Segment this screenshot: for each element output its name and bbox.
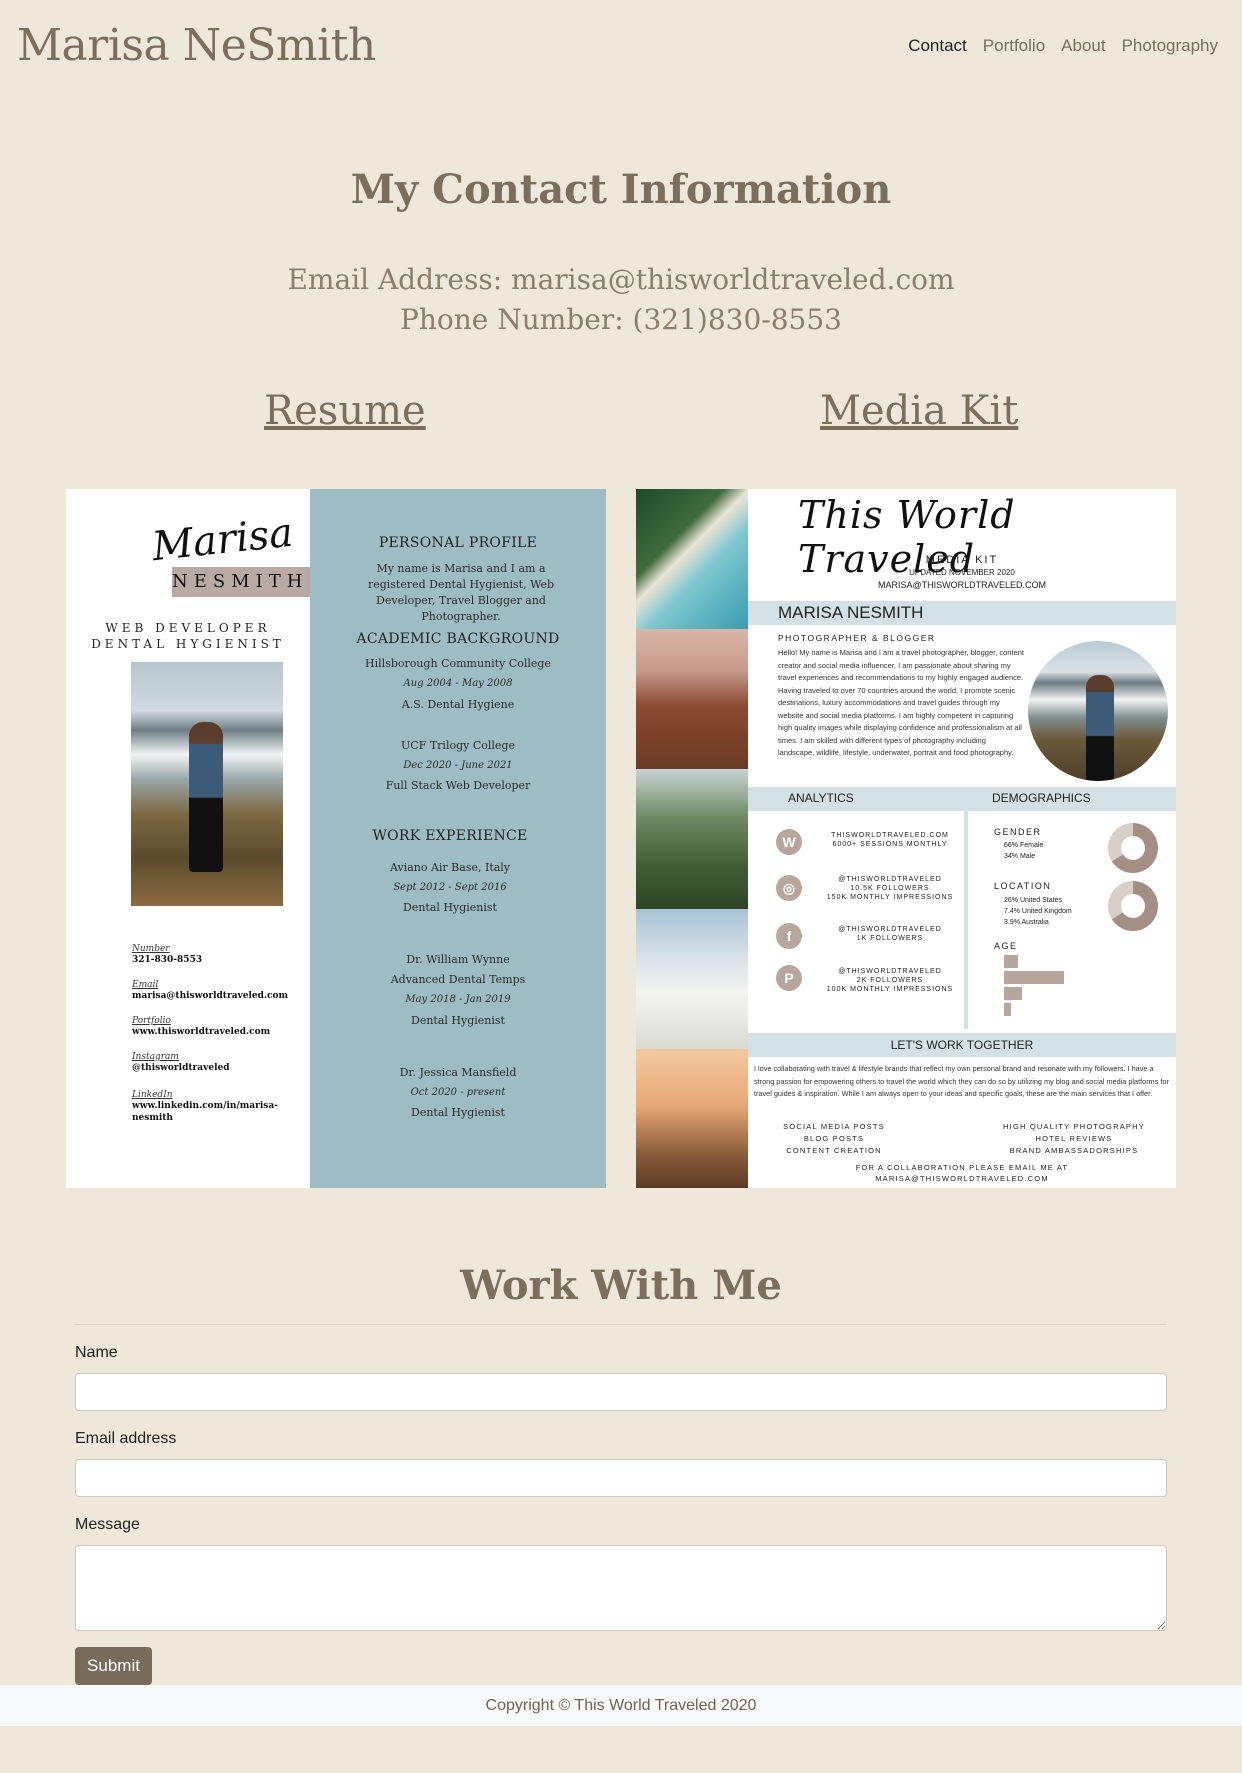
work-title-2: Dental Hygienist bbox=[411, 1014, 505, 1027]
mk-collab-2: MARISA@THISWORLDTRAVELED.COM bbox=[875, 1174, 1049, 1183]
media-kit-photo-strip bbox=[636, 489, 748, 1188]
age-bar bbox=[1004, 971, 1064, 984]
mk-location-list: 26% United States 7.4% United Kingdom 3.… bbox=[1004, 897, 1072, 926]
submit-button[interactable]: Submit bbox=[75, 1647, 152, 1685]
resume-contact-instagram: Instagram @thisworldtraveled bbox=[132, 1052, 230, 1073]
mk-kit-label: MEDIA KIT bbox=[925, 554, 999, 566]
mk-age-heading: AGE bbox=[994, 941, 1018, 951]
academic-heading: ACADEMIC BACKGROUND bbox=[356, 631, 560, 647]
age-bar bbox=[1004, 955, 1018, 968]
copyright-text: Copyright © This World Traveled 2020 bbox=[485, 1697, 757, 1714]
work-dates-3: Oct 2020 - present bbox=[410, 1087, 506, 1098]
academic-degree-1: A.S. Dental Hygiene bbox=[401, 698, 515, 711]
nav-portfolio[interactable]: Portfolio bbox=[983, 36, 1045, 56]
media-kit-main: This World Traveled MEDIA KIT UPDATED NO… bbox=[748, 489, 1176, 1188]
resume-role-2: DENTAL HYGIENIST bbox=[91, 637, 285, 651]
work-title-3: Dental Hygienist bbox=[411, 1106, 505, 1119]
media-kit-image[interactable]: This World Traveled MEDIA KIT UPDATED NO… bbox=[636, 489, 1176, 1188]
mk-bio: Hello! My name is Marisa and I am a trav… bbox=[778, 648, 1024, 757]
email-line: Email Address: marisa@thisworldtraveled.… bbox=[287, 263, 955, 296]
pinterest-icon: P bbox=[776, 965, 802, 991]
mk-name-bar: MARISA NESMITH bbox=[748, 601, 1176, 625]
resume-link[interactable]: Resume bbox=[264, 388, 426, 434]
resume-first-name: Marisa bbox=[149, 509, 296, 571]
work-title-1: Dental Hygienist bbox=[403, 901, 497, 914]
academic-dates-2: Dec 2020 - June 2021 bbox=[403, 760, 513, 771]
age-bar bbox=[1004, 1003, 1011, 1016]
mk-updated: UPDATED NOVEMBER 2020 bbox=[909, 568, 1015, 577]
mk-gender-donut bbox=[1108, 823, 1158, 873]
email-label: Email address bbox=[75, 1430, 177, 1447]
mk-subtitle: PHOTOGRAPHER & BLOGGER bbox=[778, 633, 936, 643]
resume-contact-linkedin: LinkedIn www.linkedin.com/in/marisa-nesm… bbox=[132, 1090, 278, 1123]
mk-profile-photo bbox=[1028, 641, 1168, 781]
resume-contact-email: Email marisa@thisworldtraveled.com bbox=[132, 980, 289, 1001]
work-heading-title: Work With Me bbox=[460, 1262, 782, 1309]
resume-right-panel: PERSONAL PROFILE My name is Marisa and I… bbox=[310, 489, 606, 1188]
profile-text: My name is Marisa and I am a registered … bbox=[367, 562, 555, 623]
message-field[interactable] bbox=[75, 1545, 1167, 1631]
mk-gender-list: 66% Female 34% Male bbox=[1004, 842, 1044, 860]
name-field[interactable] bbox=[75, 1373, 1167, 1411]
nav-about[interactable]: About bbox=[1061, 36, 1105, 56]
message-label: Message bbox=[75, 1516, 140, 1533]
academic-dates-1: Aug 2004 - May 2008 bbox=[403, 678, 513, 689]
academic-school-1: Hillsborough Community College bbox=[365, 657, 551, 670]
mk-demographics-heading: DEMOGRAPHICS bbox=[992, 791, 1091, 805]
mk-analytics-heading: ANALYTICS bbox=[788, 791, 854, 805]
contact-heading: My Contact Information bbox=[350, 166, 892, 213]
mk-name: MARISA NESMITH bbox=[778, 603, 924, 622]
mk-collab-1: FOR A COLLABORATION PLEASE EMAIL ME AT bbox=[855, 1163, 1069, 1172]
site-title[interactable]: Marisa NeSmith bbox=[17, 20, 376, 71]
resume-photo bbox=[128, 659, 286, 909]
resume-role-1: WEB DEVELOPER bbox=[105, 621, 271, 635]
mk-together-bar: LET'S WORK TOGETHER bbox=[748, 1033, 1176, 1057]
mk-together-heading: LET'S WORK TOGETHER bbox=[890, 1038, 1034, 1052]
main-nav: Contact Portfolio About Photography bbox=[908, 36, 1218, 56]
instagram-icon: ◎ bbox=[776, 875, 802, 901]
email-field[interactable] bbox=[75, 1459, 1167, 1497]
mk-gender-heading: GENDER bbox=[994, 827, 1042, 837]
resume-image[interactable]: Marisa NESMITH WEB DEVELOPER DENTAL HYGI… bbox=[66, 489, 606, 1188]
academic-school-2: UCF Trilogy College bbox=[401, 739, 515, 752]
mk-location-donut bbox=[1108, 881, 1158, 931]
name-label: Name bbox=[75, 1344, 118, 1361]
nav-photography[interactable]: Photography bbox=[1122, 36, 1218, 56]
section-divider bbox=[75, 1324, 1167, 1325]
work-sub-2: Advanced Dental Temps bbox=[390, 973, 526, 986]
work-dates-2: May 2018 - Jan 2019 bbox=[405, 994, 511, 1005]
nav-contact[interactable]: Contact bbox=[908, 36, 967, 56]
wordpress-icon: W bbox=[776, 829, 802, 855]
resume-contact-portfolio: Portfolio www.thisworldtraveled.com bbox=[132, 1016, 271, 1037]
resume-contact-number: Number 321-830-8553 bbox=[132, 944, 203, 965]
mk-services-right: HIGH QUALITY PHOTOGRAPHY HOTEL REVIEWS B… bbox=[1003, 1122, 1145, 1155]
mk-services-left: SOCIAL MEDIA POSTS BLOG POSTS CONTENT CR… bbox=[783, 1122, 885, 1155]
mk-email: MARISA@THISWORLDTRAVELED.COM bbox=[878, 580, 1046, 590]
phone-line: Phone Number: (321)830-8553 bbox=[400, 303, 842, 336]
work-employer-1: Aviano Air Base, Italy bbox=[389, 861, 511, 874]
work-employer-2: Dr. William Wynne bbox=[406, 953, 510, 966]
media-kit-link[interactable]: Media Kit bbox=[820, 388, 1018, 434]
work-employer-3: Dr. Jessica Mansfield bbox=[399, 1066, 517, 1079]
mk-age-chart bbox=[1004, 955, 1084, 1025]
academic-degree-2: Full Stack Web Developer bbox=[385, 779, 531, 792]
footer: Copyright © This World Traveled 2020 bbox=[0, 1685, 1242, 1726]
work-heading: WORK EXPERIENCE bbox=[372, 828, 528, 844]
mk-location-heading: LOCATION bbox=[994, 881, 1052, 891]
mk-together-text: I love collaborating with travel & lifes… bbox=[754, 1064, 1169, 1098]
mk-divider bbox=[964, 811, 968, 1029]
facebook-icon: f bbox=[776, 923, 802, 949]
age-bar bbox=[1004, 987, 1022, 1000]
work-dates-1: Sept 2012 - Sept 2016 bbox=[393, 882, 507, 893]
profile-heading: PERSONAL PROFILE bbox=[378, 535, 538, 551]
